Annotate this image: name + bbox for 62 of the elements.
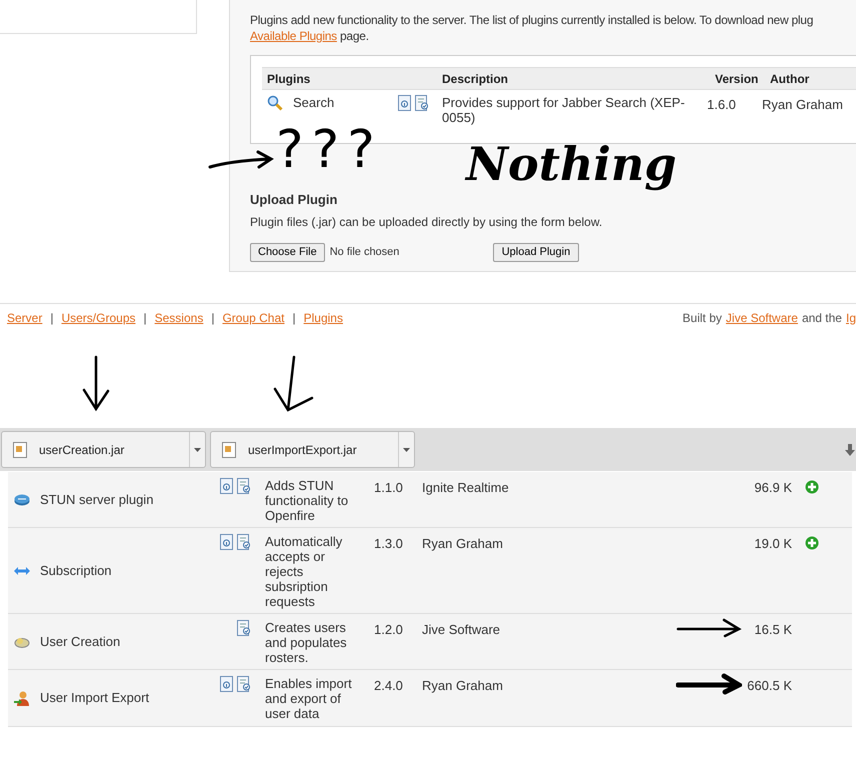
plugin-author: Ryan Graham	[762, 96, 843, 114]
download-item[interactable]: userCreation.jar	[1, 431, 206, 468]
router-icon	[14, 494, 30, 506]
available-plugins-link[interactable]: Available Plugins	[250, 29, 337, 43]
plugin-version: 1.1.0	[374, 479, 404, 497]
plugin-name: Subscription	[40, 562, 112, 580]
footer-link[interactable]: Sessions	[154, 309, 204, 327]
footer-link[interactable]: Users/Groups	[61, 309, 136, 327]
plugin-description: Creates users and populates rosters.	[265, 620, 348, 665]
plugin-size: 19.0 K	[753, 535, 792, 553]
double-arrow-icon	[14, 566, 30, 576]
handwritten-question-marks: ???	[276, 119, 383, 182]
download-item[interactable]: userImportExport.jar	[210, 431, 415, 468]
upload-heading: Upload Plugin	[250, 191, 338, 209]
plugin-author: Ignite Realtime	[422, 479, 510, 497]
plugin-version: 2.4.0	[374, 677, 404, 695]
separator: |	[144, 310, 147, 327]
hand-drawn-arrow	[80, 354, 112, 414]
separator: |	[50, 310, 54, 327]
plugin-name: Search	[293, 94, 334, 112]
column-header: Version	[715, 70, 760, 88]
plugin-version: 1.3.0	[374, 535, 404, 553]
download-icon	[845, 444, 855, 456]
file-icon	[13, 442, 27, 458]
plugin-description: Provides support for Jabber Search (XEP-0055)	[442, 95, 686, 125]
file-status: No file chosen	[330, 244, 400, 260]
credit-text: Built by	[682, 310, 722, 327]
file-icon	[222, 442, 236, 458]
plugin-description: Enables import and export of user data	[265, 676, 353, 721]
plugin-version: 1.2.0	[374, 621, 404, 639]
search-icon	[267, 95, 283, 111]
upload-description: Plugin files (.jar) can be uploaded directly by using the form below.	[250, 214, 604, 230]
column-header: Plugins	[266, 70, 312, 88]
plugin-size: 16.5 K	[753, 621, 792, 639]
footer-link[interactable]: Server	[7, 309, 42, 327]
handwritten-note: Nothing	[466, 136, 677, 192]
footer-link[interactable]: Plugins	[304, 309, 343, 327]
plugin-description: Automatically accepts or rejects subsription requests	[265, 534, 344, 609]
upload-plugin-button[interactable]: Upload Plugin	[492, 242, 580, 262]
plugin-name: STUN server plugin	[40, 490, 154, 509]
plugin-author: Ryan Graham	[422, 677, 504, 695]
caret-icon	[194, 448, 201, 452]
plugin-author: Ryan Graham	[422, 535, 504, 553]
person-arrow-icon	[14, 690, 30, 706]
footer-link[interactable]: Ig	[846, 309, 856, 327]
plugin-version: 1.6.0	[707, 96, 737, 114]
plugin-size: 96.9 K	[753, 479, 792, 497]
column-header: Description	[442, 70, 510, 88]
column-header: Author	[770, 70, 810, 88]
intro-text: Plugins add new functionality to the server. The list of plugins currently installed is below. To download new plug Available Plugins page.	[250, 12, 814, 44]
separator: |	[211, 310, 214, 327]
plugin-size: 660.5 K	[746, 677, 792, 695]
plugin-name: User Import Export	[40, 689, 150, 708]
credit-text: and the	[802, 310, 842, 327]
caret-icon	[403, 448, 410, 452]
plugin-description: Adds STUN functionality to Openfire	[265, 478, 350, 523]
jive-software-link[interactable]: Jive Software	[726, 309, 798, 327]
plugin-author: Jive Software	[422, 621, 502, 639]
separator: |	[292, 310, 296, 327]
choose-file-button[interactable]: Choose File	[250, 242, 325, 262]
footer-link[interactable]: Group Chat	[222, 309, 284, 327]
plugin-name: User Creation	[40, 632, 120, 651]
